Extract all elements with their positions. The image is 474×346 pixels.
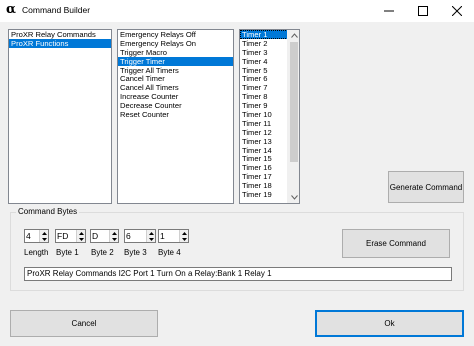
function-item[interactable]: Cancel All Timers: [118, 83, 233, 92]
timer-item[interactable]: Timer 8: [240, 92, 288, 101]
title-bar: α Command Builder: [0, 0, 474, 22]
maximize-icon: [418, 6, 428, 16]
scrollbar-thumb[interactable]: [290, 42, 298, 162]
byte3-stepper[interactable]: 6: [124, 229, 156, 243]
cancel-button[interactable]: Cancel: [10, 310, 158, 337]
timer-item[interactable]: Timer 12: [240, 128, 288, 137]
byte2-value[interactable]: D: [91, 230, 109, 242]
timer-item[interactable]: Timer 1: [240, 30, 288, 39]
byte3-value[interactable]: 6: [125, 230, 146, 242]
stepper-down-icon[interactable]: [77, 236, 85, 242]
byte1-stepper[interactable]: FD: [55, 229, 86, 243]
byte3-label: Byte 3: [124, 248, 147, 257]
maximize-button[interactable]: [406, 0, 440, 22]
timer-item[interactable]: Timer 5: [240, 66, 288, 75]
byte4-value[interactable]: 1: [159, 230, 179, 242]
timer-item[interactable]: Timer 18: [240, 181, 288, 190]
command-category-list[interactable]: ProXR Relay Commands ProXR Functions: [8, 29, 112, 204]
timer-item[interactable]: Timer 2: [240, 39, 288, 48]
command-category-item[interactable]: ProXR Functions: [9, 38, 111, 48]
function-item[interactable]: Increase Counter: [118, 92, 233, 101]
command-output-field[interactable]: ProXR Relay Commands I2C Port 1 Turn On …: [24, 267, 452, 281]
command-category-item[interactable]: ProXR Relay Commands: [9, 30, 111, 39]
stepper-down-icon[interactable]: [110, 236, 118, 242]
minimize-button[interactable]: [372, 0, 406, 22]
timer-item[interactable]: Timer 19: [240, 190, 288, 199]
function-item[interactable]: Emergency Relays On: [118, 39, 233, 48]
timer-item[interactable]: Timer 17: [240, 172, 288, 181]
scroll-up-arrow-icon[interactable]: [288, 30, 299, 41]
byte4-stepper[interactable]: 1: [158, 229, 189, 243]
stepper-down-icon[interactable]: [180, 236, 188, 242]
stepper-down-icon[interactable]: [147, 236, 155, 242]
timer-item[interactable]: Timer 10: [240, 110, 288, 119]
length-stepper[interactable]: 4: [24, 229, 49, 243]
app-icon: α: [6, 2, 17, 17]
byte1-value[interactable]: FD: [56, 230, 76, 242]
window-title: Command Builder: [22, 5, 91, 15]
close-icon: [452, 6, 462, 16]
command-bytes-label: Command Bytes: [16, 207, 80, 217]
function-item[interactable]: Cancel Timer: [118, 74, 233, 84]
timer-item[interactable]: Timer 11: [240, 119, 288, 128]
timer-item[interactable]: Timer 9: [240, 101, 288, 110]
timer-item[interactable]: Timer 13: [240, 137, 288, 146]
length-value[interactable]: 4: [25, 230, 39, 242]
timer-item[interactable]: Timer 16: [240, 163, 288, 172]
minimize-icon: [384, 10, 394, 12]
function-item[interactable]: Trigger All Timers: [118, 66, 233, 75]
stepper-down-icon[interactable]: [40, 236, 48, 242]
byte2-stepper[interactable]: D: [90, 229, 119, 243]
ok-button[interactable]: Ok: [315, 310, 464, 337]
timer-list[interactable]: Timer 1 Timer 2 Timer 3 Timer 4 Timer 5 Timer…: [239, 29, 300, 204]
erase-command-button[interactable]: Erase Command: [342, 229, 450, 258]
timer-item[interactable]: Timer 7: [240, 83, 288, 92]
length-label: Length: [24, 248, 49, 257]
timer-item[interactable]: Timer 6: [240, 74, 288, 84]
function-list[interactable]: Emergency Relays Off Emergency Relays On T…: [117, 29, 234, 204]
close-button[interactable]: [440, 0, 474, 22]
function-item[interactable]: Trigger Timer: [118, 56, 233, 66]
timer-item[interactable]: Timer 14: [240, 146, 288, 155]
timer-list-scrollbar[interactable]: [287, 30, 299, 203]
scroll-down-arrow-icon[interactable]: [288, 192, 299, 203]
timer-item[interactable]: Timer 4: [240, 57, 288, 66]
function-item[interactable]: Decrease Counter: [118, 101, 233, 110]
byte4-label: Byte 4: [158, 248, 181, 257]
function-item[interactable]: Trigger Macro: [118, 48, 233, 57]
function-item[interactable]: Reset Counter: [118, 110, 233, 119]
generate-command-button[interactable]: Generate Command: [388, 171, 464, 203]
byte2-label: Byte 2: [91, 248, 114, 257]
function-item[interactable]: Emergency Relays Off: [118, 30, 233, 39]
timer-item[interactable]: Timer 15: [240, 154, 288, 164]
timer-item[interactable]: Timer 3: [240, 48, 288, 57]
byte1-label: Byte 1: [56, 248, 79, 257]
